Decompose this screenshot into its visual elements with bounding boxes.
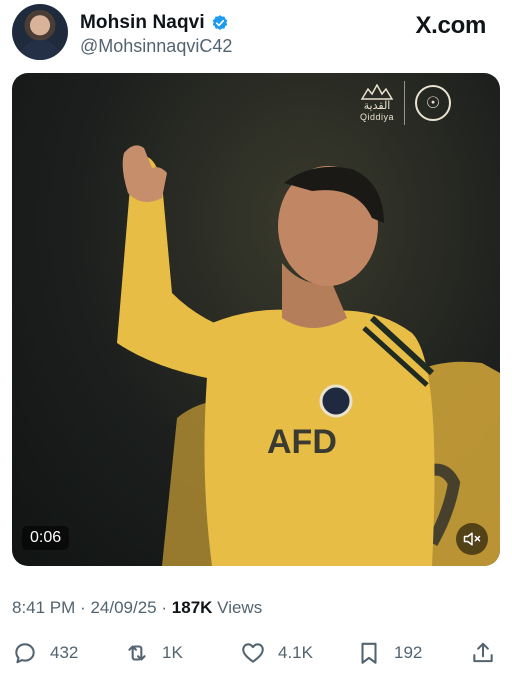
share-icon xyxy=(473,642,493,663)
meta-separator: · xyxy=(80,598,86,617)
repost-button[interactable]: 1K xyxy=(124,638,183,668)
like-count: 4.1K xyxy=(278,643,313,662)
author-display-name[interactable]: Mohsin Naqvi xyxy=(80,12,205,34)
repost-count: 1K xyxy=(162,643,183,662)
sponsor-latin-text: Qiddiya xyxy=(360,112,395,122)
like-icon xyxy=(242,643,264,663)
action-bar: 432 1K 4.1K 192 xyxy=(12,638,500,668)
share-button[interactable] xyxy=(470,638,496,668)
bookmark-count: 192 xyxy=(394,643,423,662)
views-count: 187K xyxy=(171,598,213,617)
logo-divider xyxy=(404,81,406,125)
views-label: Views xyxy=(217,598,263,617)
tweet-header: Mohsin Naqvi @MohsinnaqviC42 X.com xyxy=(12,4,500,64)
brand-watermark: X.com xyxy=(415,12,486,39)
speaker-muted-icon xyxy=(463,532,481,546)
bookmark-icon xyxy=(361,642,377,664)
sponsor-mark-icon xyxy=(360,84,394,100)
avatar[interactable] xyxy=(12,4,68,60)
broadcast-logos: القدية Qiddiya ☉ xyxy=(360,81,452,125)
bookmark-button[interactable]: 192 xyxy=(356,638,422,668)
reply-icon xyxy=(15,643,35,664)
tweet-meta: 8:41 PM · 24/09/25 · 187K Views xyxy=(12,598,262,618)
reply-count: 432 xyxy=(50,643,79,662)
repost-icon xyxy=(128,645,146,661)
mute-button[interactable] xyxy=(456,523,488,555)
author-handle[interactable]: @MohsinnaqviC42 xyxy=(80,36,232,57)
video-frame: AFD xyxy=(117,145,500,566)
meta-separator: · xyxy=(161,598,168,617)
tweet-date[interactable]: 24/09/25 xyxy=(90,598,156,617)
like-button[interactable]: 4.1K xyxy=(240,638,313,668)
video-player[interactable]: AFD القدية Qiddiya ☉ 0:06 xyxy=(12,73,500,566)
reply-button[interactable]: 432 xyxy=(12,638,78,668)
club-crest-icon: ☉ xyxy=(415,85,452,121)
verified-badge-icon xyxy=(212,15,227,30)
tweet-time[interactable]: 8:41 PM xyxy=(12,598,75,617)
svg-text:AFD: AFD xyxy=(267,423,337,461)
video-duration: 0:06 xyxy=(22,526,70,550)
author-name-row: Mohsin Naqvi xyxy=(80,12,229,34)
sponsor-arabic-text: القدية xyxy=(363,99,391,112)
sponsor-logo: القدية Qiddiya xyxy=(360,84,394,122)
